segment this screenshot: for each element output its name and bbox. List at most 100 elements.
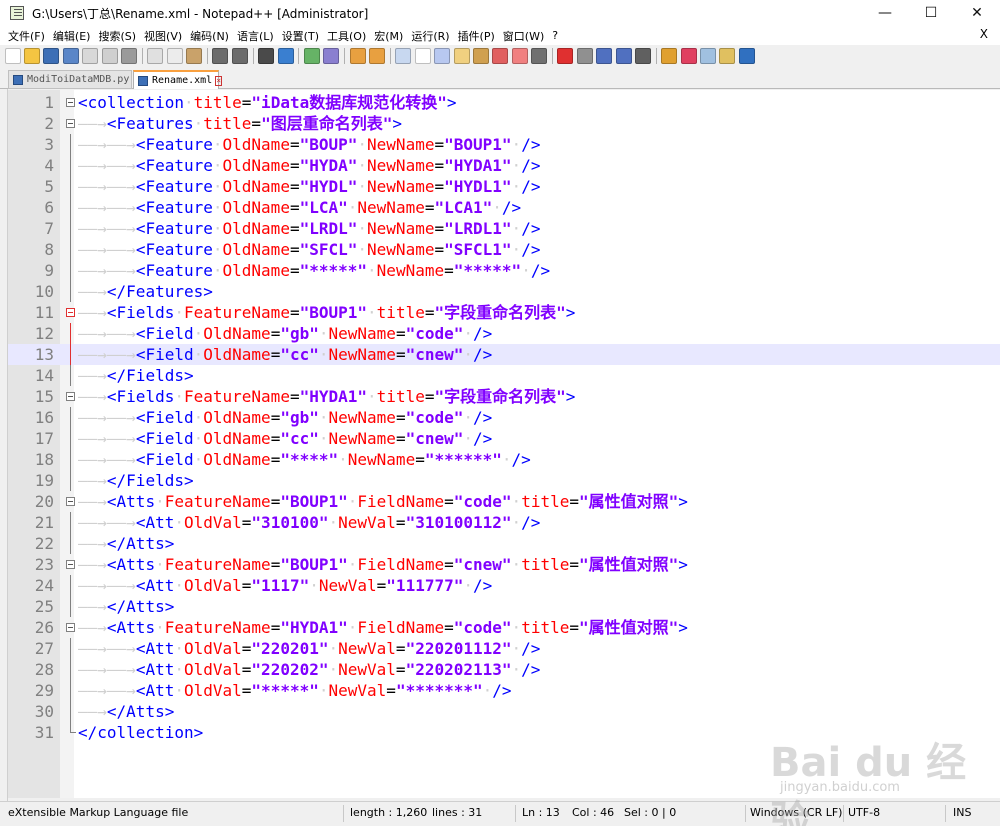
heart-icon[interactable]: [680, 48, 697, 64]
code-line[interactable]: 10 ——→</Features>: [8, 281, 1000, 302]
menu-search[interactable]: 搜索(S): [94, 28, 140, 44]
menu-help[interactable]: ?: [548, 29, 562, 42]
zoom-in-icon[interactable]: [303, 48, 320, 64]
token-val: "gb": [280, 324, 319, 343]
code-line[interactable]: 22 ——→</Atts>: [8, 533, 1000, 554]
print-icon[interactable]: [120, 48, 137, 64]
record-macro-icon[interactable]: [557, 48, 574, 64]
fold-toggle-icon[interactable]: [66, 623, 75, 632]
minimize-button[interactable]: —: [862, 0, 908, 26]
code-line[interactable]: 16 ——→——→<Field·OldName="gb"·NewName="cod…: [8, 407, 1000, 428]
save-icon[interactable]: [43, 48, 60, 64]
show-all-chars-icon[interactable]: [414, 48, 431, 64]
redo-icon[interactable]: [231, 48, 248, 64]
token-tag: <Atts: [106, 555, 156, 574]
save-macro-icon[interactable]: [634, 48, 651, 64]
fold-toggle-icon[interactable]: [66, 98, 75, 107]
fold-toggle-icon[interactable]: [66, 308, 75, 317]
close-all-icon[interactable]: [101, 48, 118, 64]
menu-tools[interactable]: 工具(O): [323, 28, 370, 44]
save-all-icon[interactable]: [62, 48, 79, 64]
code-line[interactable]: 27 ——→——→<Att·OldVal="220201"·NewVal="220…: [8, 638, 1000, 659]
token-ws: ·: [193, 114, 204, 133]
code-line[interactable]: 25 ——→</Atts>: [8, 596, 1000, 617]
tab-moditoidatamdb[interactable]: ModiToiDataMDB.py: [8, 70, 132, 89]
code-line[interactable]: 14 ——→</Fields>: [8, 365, 1000, 386]
close-document-button[interactable]: X: [980, 27, 988, 41]
code-line[interactable]: 18 ——→——→<Field·OldName="****"·NewName="*…: [8, 449, 1000, 470]
menu-language[interactable]: 语言(L): [233, 28, 278, 44]
menu-encoding[interactable]: 编码(N): [186, 28, 233, 44]
code-line[interactable]: 2 ——→<Features·title="图层重命名列表">: [8, 113, 1000, 134]
code-line[interactable]: 5 ——→——→<Feature·OldName="HYDL"·NewName="…: [8, 176, 1000, 197]
code-line[interactable]: 3 ——→——→<Feature·OldName="BOUP"·NewName="…: [8, 134, 1000, 155]
menu-plugins[interactable]: 插件(P): [454, 28, 499, 44]
text-editor[interactable]: 1 <collection·title="iData数据库规范化转换"> 2 ——→<…: [8, 90, 1000, 798]
maximize-button[interactable]: ☐: [908, 0, 954, 26]
monitoring-icon[interactable]: [531, 48, 548, 64]
fold-toggle-icon[interactable]: [66, 392, 75, 401]
menu-window[interactable]: 窗口(W): [499, 28, 548, 44]
token-tag: <Field: [135, 345, 194, 364]
code-line[interactable]: 29 ——→——→<Att·OldVal="*****"·NewVal="****…: [8, 680, 1000, 701]
code-line[interactable]: 6 ——→——→<Feature·OldName="LCA"·NewName="L…: [8, 197, 1000, 218]
close-button[interactable]: ✕: [954, 0, 1000, 26]
menu-settings[interactable]: 设置(T): [278, 28, 323, 44]
code-line[interactable]: 12 ——→——→<Field·OldName="gb"·NewName="cod…: [8, 323, 1000, 344]
code-line[interactable]: 20 ——→<Atts·FeatureName="BOUP1"·FieldName…: [8, 491, 1000, 512]
plugin-icon[interactable]: [661, 48, 678, 64]
run-macro-multiple-icon[interactable]: [615, 48, 632, 64]
code-line[interactable]: 30 ——→</Atts>: [8, 701, 1000, 722]
code-line[interactable]: 26 ——→<Atts·FeatureName="HYDA1"·FieldName…: [8, 617, 1000, 638]
word-wrap-icon[interactable]: [395, 48, 412, 64]
tab-rename-xml[interactable]: Rename.xml ×: [133, 70, 223, 89]
undo-icon[interactable]: [212, 48, 229, 64]
find-icon[interactable]: [258, 48, 275, 64]
menu-file[interactable]: 文件(F): [4, 28, 49, 44]
code-line[interactable]: 1 <collection·title="iData数据库规范化转换">: [8, 92, 1000, 113]
menu-edit[interactable]: 编辑(E): [49, 28, 95, 44]
folder-workspace-icon[interactable]: [511, 48, 528, 64]
indent-guide-icon[interactable]: [434, 48, 451, 64]
code-line[interactable]: 17 ——→——→<Field·OldName="cc"·NewName="cne…: [8, 428, 1000, 449]
language-icon[interactable]: [453, 48, 470, 64]
code-line[interactable]: 15 ——→<Fields·FeatureName="HYDA1"·title="…: [8, 386, 1000, 407]
code-line[interactable]: 4 ——→——→<Feature·OldName="HYDA"·NewName="…: [8, 155, 1000, 176]
fold-toggle-icon[interactable]: [66, 497, 75, 506]
fold-toggle-icon[interactable]: [66, 560, 75, 569]
new-file-icon[interactable]: [4, 48, 21, 64]
zoom-out-icon[interactable]: [323, 48, 340, 64]
close-file-icon[interactable]: [82, 48, 99, 64]
tab-close-icon[interactable]: ×: [215, 75, 223, 86]
code-lines[interactable]: 1 <collection·title="iData数据库规范化转换"> 2 ——→<…: [8, 92, 1000, 743]
code-line[interactable]: 9 ——→——→<Feature·OldName="*****"·NewName=…: [8, 260, 1000, 281]
menu-macro[interactable]: 宏(M): [370, 28, 407, 44]
plugin-icon[interactable]: [738, 48, 755, 64]
open-file-icon[interactable]: [24, 48, 41, 64]
menu-view[interactable]: 视图(V): [140, 28, 186, 44]
paste-icon[interactable]: [186, 48, 203, 64]
code-line[interactable]: 13 ——→——→<Field·OldName="cc"·NewName="cne…: [8, 344, 1000, 365]
code-line[interactable]: 24 ——→——→<Att·OldVal="1117"·NewVal="11177…: [8, 575, 1000, 596]
code-line[interactable]: 19 ——→</Fields>: [8, 470, 1000, 491]
fold-toggle-icon[interactable]: [66, 119, 75, 128]
code-line[interactable]: 7 ——→——→<Feature·OldName="LRDL"·NewName="…: [8, 218, 1000, 239]
code-line[interactable]: 21 ——→——→<Att·OldVal="310100"·NewVal="310…: [8, 512, 1000, 533]
code-line[interactable]: 31 </collection>: [8, 722, 1000, 743]
copy-icon[interactable]: [166, 48, 183, 64]
code-line[interactable]: 23 ——→<Atts·FeatureName="BOUP1"·FieldName…: [8, 554, 1000, 575]
code-line[interactable]: 8 ——→——→<Feature·OldName="SFCL"·NewName="…: [8, 239, 1000, 260]
code-line[interactable]: 11 ——→<Fields·FeatureName="BOUP1"·title="…: [8, 302, 1000, 323]
cut-icon[interactable]: [147, 48, 164, 64]
doc-map-icon[interactable]: [472, 48, 489, 64]
code-line[interactable]: 28 ——→——→<Att·OldVal="220202"·NewVal="220…: [8, 659, 1000, 680]
plugin-icon[interactable]: [700, 48, 717, 64]
sync-vertical-icon[interactable]: [349, 48, 366, 64]
menu-run[interactable]: 运行(R): [407, 28, 453, 44]
stop-macro-icon[interactable]: [576, 48, 593, 64]
sync-horizontal-icon[interactable]: [369, 48, 386, 64]
replace-icon[interactable]: [277, 48, 294, 64]
play-macro-icon[interactable]: [596, 48, 613, 64]
plugin-icon[interactable]: [719, 48, 736, 64]
function-list-icon[interactable]: [492, 48, 509, 64]
